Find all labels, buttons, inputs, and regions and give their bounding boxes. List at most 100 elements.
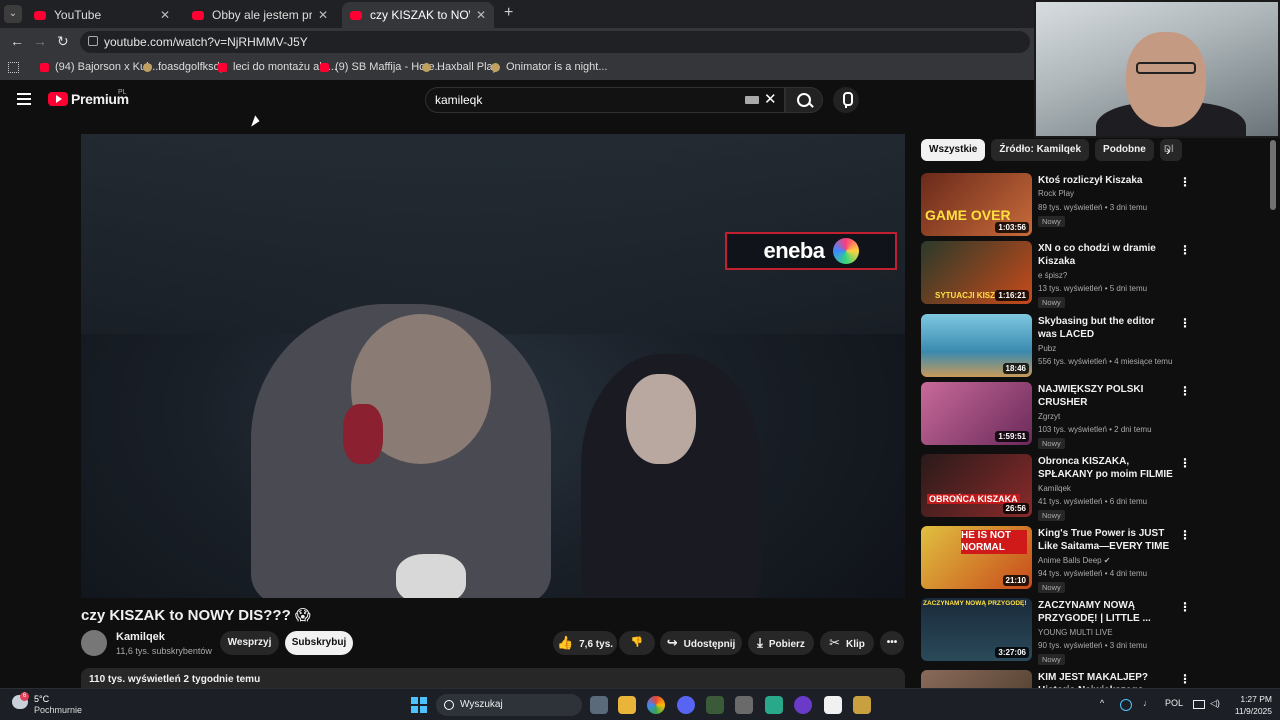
more-vertical-icon[interactable]: ⋮: [1179, 384, 1191, 398]
youtube-premium-logo[interactable]: Premium PL: [48, 89, 129, 107]
recommendation-title[interactable]: Obronca KISZAKA, SPŁAKANY po moim FILMIE…: [1038, 455, 1176, 481]
network-icon[interactable]: [1193, 700, 1205, 709]
file-explorer-icon[interactable]: [618, 696, 636, 714]
task-view-icon[interactable]: [590, 696, 608, 714]
recommendation-item[interactable]: 1:59:51 NAJWIĘKSZY POLSKI CRUSHER Zgrzyt…: [921, 382, 1191, 449]
recommendation-item[interactable]: ZACZYNAMY NOWĄ PRZYGODĘ! 3:27:06 ZACZYNA…: [921, 598, 1191, 665]
reload-icon[interactable]: ↻: [57, 33, 69, 50]
recommendation-title[interactable]: NAJWIĘKSZY POLSKI CRUSHER: [1038, 383, 1176, 409]
recommendation-title[interactable]: King's True Power is JUST Like Saitama—E…: [1038, 527, 1176, 553]
recommendation-item[interactable]: GAME OVER 1:03:56 Ktoś rozliczył Kiszaka…: [921, 173, 1191, 237]
support-button[interactable]: Wesprzyj: [220, 631, 279, 655]
weather-description[interactable]: Pochmurnie: [34, 705, 82, 715]
subscribe-button[interactable]: Subskrybuj: [285, 631, 353, 655]
system-clock[interactable]: 1:27 PM 11/9/2025: [1228, 693, 1272, 717]
video-thumbnail[interactable]: 18:46: [921, 314, 1032, 377]
search-input[interactable]: kamileqk: [425, 87, 785, 113]
app-icon[interactable]: [765, 696, 783, 714]
recommendation-channel[interactable]: Zgrzyt: [1038, 412, 1060, 421]
apps-grid-icon[interactable]: [8, 62, 19, 73]
volume-icon[interactable]: ◁): [1210, 698, 1220, 709]
video-thumbnail[interactable]: ZACZYNAMY NOWĄ PRZYGODĘ! 3:27:06: [921, 598, 1032, 661]
bookmark-item[interactable]: Haxball Play: [422, 61, 498, 73]
recommendation-title[interactable]: XN o co chodzi w dramie Kiszaka: [1038, 242, 1176, 268]
app-icon[interactable]: [706, 696, 724, 714]
channel-name[interactable]: Kamilqek: [116, 631, 165, 643]
search-button[interactable]: [785, 87, 823, 113]
recommendation-channel[interactable]: Pubz: [1038, 344, 1056, 353]
recommendation-item[interactable]: SYTUACJI KISZ 1:16:21 XN o co chodzi w d…: [921, 241, 1191, 308]
recommendation-title[interactable]: KIM JEST MAKALJEP? Historia Największego…: [1038, 671, 1176, 688]
forward-arrow-icon[interactable]: →: [33, 33, 47, 49]
recommendation-channel[interactable]: Kamilqek: [1038, 484, 1071, 493]
chip-related[interactable]: Podobne: [1095, 139, 1154, 161]
more-vertical-icon[interactable]: ⋮: [1179, 600, 1191, 614]
bookmark-item[interactable]: foasdgolfksdp: [143, 61, 226, 73]
recommendation-title[interactable]: ZACZYNAMY NOWĄ PRZYGODĘ! | LITTLE ...: [1038, 599, 1176, 625]
download-button[interactable]: ⤓ Pobierz: [748, 631, 814, 655]
chrome-icon[interactable]: [647, 696, 665, 714]
clear-search-icon[interactable]: ✕: [764, 90, 777, 108]
app-icon[interactable]: [735, 696, 753, 714]
tab-close-icon[interactable]: ✕: [318, 8, 328, 22]
recommendation-item[interactable]: HE IS NOT NORMAL 21:10 King's True Power…: [921, 526, 1191, 593]
app-icon[interactable]: [824, 696, 842, 714]
recommendation-title[interactable]: Ktoś rozliczył Kiszaka: [1038, 174, 1176, 187]
tab-close-icon[interactable]: ✕: [476, 8, 486, 22]
video-thumbnail[interactable]: SYTUACJI KISZ 1:16:21: [921, 241, 1032, 304]
more-vertical-icon[interactable]: ⋮: [1179, 243, 1191, 257]
microphone-icon[interactable]: ♩: [1143, 698, 1152, 708]
description-box[interactable]: 110 tys. wyświetleń 2 tygodnie temu: [81, 668, 905, 690]
tab-obby[interactable]: Obby ale jestem przeklęta :3💖 ✕: [184, 2, 336, 28]
recommendation-item[interactable]: 18:46 Skybasing but the editor was LACED…: [921, 314, 1191, 378]
recommendation-title[interactable]: Skybasing but the editor was LACED: [1038, 315, 1176, 341]
tab-current-video[interactable]: czy KISZAK to NOWY DIS??? 😱 ✕: [342, 2, 494, 28]
windows-start-icon[interactable]: [411, 697, 427, 713]
bookmark-item[interactable]: Onimator is a night...: [491, 61, 608, 73]
language-indicator[interactable]: POL: [1165, 698, 1183, 708]
channel-avatar[interactable]: [81, 630, 107, 656]
recommendation-channel[interactable]: YOUNG MULTI LIVE: [1038, 628, 1113, 637]
more-vertical-icon[interactable]: ⋮: [1179, 528, 1191, 542]
recommendation-item[interactable]: OBROŃCA KISZAKA 26:56 Obronca KISZAKA, S…: [921, 454, 1191, 521]
tab-close-icon[interactable]: ✕: [160, 8, 170, 22]
clip-button[interactable]: ✂ Klip: [820, 631, 874, 655]
keyboard-icon[interactable]: [745, 96, 759, 104]
video-thumbnail[interactable]: HE IS NOT NORMAL 21:10: [921, 526, 1032, 589]
video-thumbnail[interactable]: 1:59:51: [921, 382, 1032, 445]
tray-chevron-icon[interactable]: ^: [1100, 698, 1104, 708]
new-tab-button[interactable]: +: [504, 4, 513, 22]
recommendation-item[interactable]: KIM JEST MAKALJEP? Historia Największego…: [921, 670, 1191, 688]
site-info-icon[interactable]: [88, 36, 98, 46]
sync-icon[interactable]: [1120, 699, 1132, 711]
video-thumbnail[interactable]: [921, 670, 1032, 688]
chip-source[interactable]: Źródło: Kamilqek: [991, 139, 1090, 161]
more-vertical-icon[interactable]: ⋮: [1179, 672, 1191, 686]
video-thumbnail[interactable]: GAME OVER 1:03:56: [921, 173, 1032, 236]
page-scrollbar[interactable]: [1270, 140, 1276, 210]
taskbar-search-input[interactable]: Wyszukaj: [436, 694, 582, 716]
like-button[interactable]: 👍 7,6 tys.: [553, 631, 617, 655]
discord-icon[interactable]: [677, 696, 695, 714]
app-icon[interactable]: [794, 696, 812, 714]
video-thumbnail[interactable]: OBROŃCA KISZAKA 26:56: [921, 454, 1032, 517]
recommendation-channel[interactable]: Anime Balls Deep ✔: [1038, 556, 1111, 565]
chip-all[interactable]: Wszystkie: [921, 139, 986, 161]
share-button[interactable]: ↪ Udostępnij: [660, 631, 742, 655]
more-vertical-icon[interactable]: ⋮: [1179, 175, 1191, 189]
chevron-right-icon[interactable]: ›: [1166, 142, 1171, 158]
recommendation-channel[interactable]: e śpisz?: [1038, 271, 1067, 280]
temperature[interactable]: 5°C: [34, 694, 49, 704]
more-vertical-icon[interactable]: ⋮: [1179, 316, 1191, 330]
tab-search-button[interactable]: ⌄: [4, 5, 22, 23]
voice-search-button[interactable]: [833, 87, 859, 113]
tab-youtube[interactable]: YouTube ✕: [26, 2, 178, 28]
menu-icon[interactable]: [17, 93, 31, 105]
url-input[interactable]: youtube.com/watch?v=NjRHMMV-J5Y: [80, 31, 1030, 53]
more-actions-button[interactable]: •••: [880, 631, 904, 655]
dislike-button[interactable]: 👎: [619, 631, 655, 655]
more-vertical-icon[interactable]: ⋮: [1179, 456, 1191, 470]
recommendation-channel[interactable]: Rock Play: [1038, 189, 1074, 198]
back-arrow-icon[interactable]: ←: [10, 33, 24, 49]
video-player[interactable]: eneba: [81, 134, 905, 598]
